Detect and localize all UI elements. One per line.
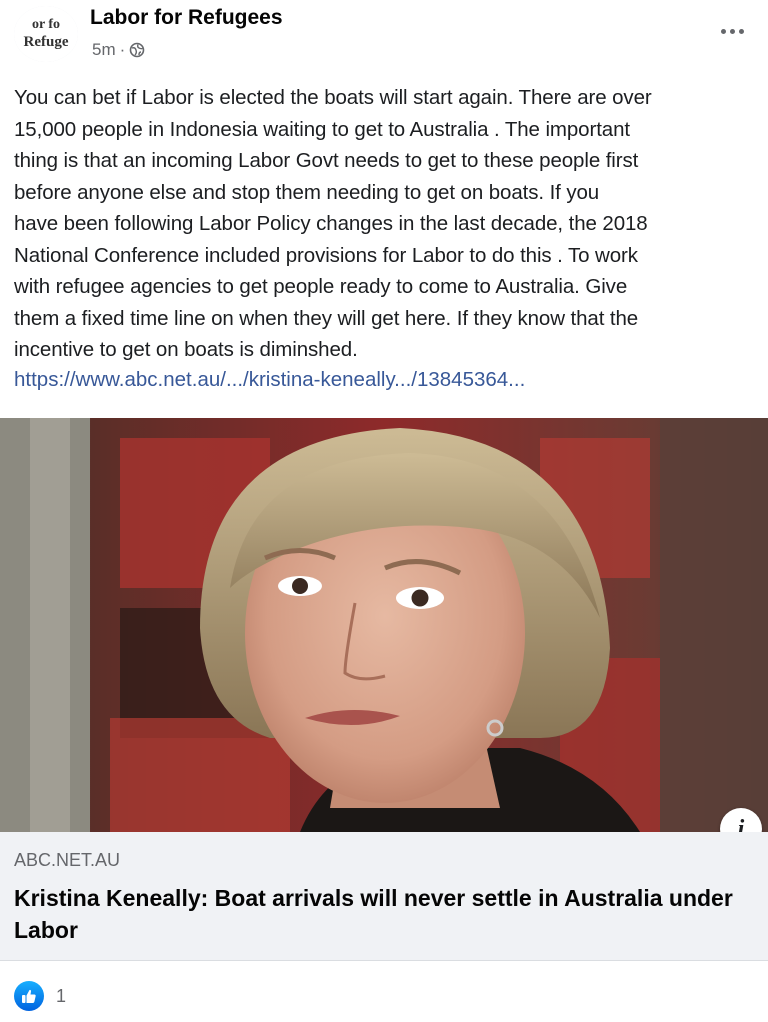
link-title[interactable]: Kristina Keneally: Boat arrivals will ne… [14, 882, 754, 946]
reaction-count[interactable]: 1 [56, 986, 66, 1007]
page-avatar[interactable]: or fo Refuge [14, 6, 78, 62]
post-header: or fo Refuge Labor for Refugees 5m · [0, 0, 768, 72]
post-text-line: thing is that an incoming Labor Govt nee… [14, 149, 639, 172]
page-name[interactable]: Labor for Refugees [90, 6, 283, 30]
post-body-text: You can bet if Labor is elected the boat… [14, 82, 766, 366]
post-text-line: before anyone else and stop them needing… [14, 180, 600, 204]
article-url-link[interactable]: https://www.abc.net.au/.../kristina-kene… [14, 368, 525, 392]
meta-separator: · [119, 40, 126, 59]
link-preview-card[interactable]: ABC.NET.AU Kristina Keneally: Boat arriv… [0, 832, 768, 961]
post-text-line: 15,000 people in Indonesia waiting to ge… [14, 117, 631, 141]
portrait-photo [0, 418, 768, 832]
more-options-dot [729, 28, 735, 34]
link-preview-image[interactable] [0, 418, 768, 832]
post-text-line: National Conference included provisions … [14, 243, 638, 267]
page-avatar-logo: or fo Refuge [14, 6, 78, 62]
post-meta: 5m · [92, 40, 145, 60]
post-text-line: them a fixed time line on when they will… [14, 306, 639, 330]
globe-icon[interactable] [129, 42, 145, 58]
link-domain: ABC.NET.AU [14, 850, 121, 870]
post-text-line: incentive to get on boats is diminshed. [14, 338, 358, 361]
thumbs-up-icon [22, 989, 36, 1003]
post-timestamp[interactable]: 5m [92, 40, 116, 60]
more-options-dot [738, 28, 744, 34]
reactions-bar[interactable]: 1 [14, 976, 66, 1016]
like-icon [14, 981, 44, 1011]
post-text-line: with refugee agencies to get people read… [14, 275, 628, 298]
post-text-line: You can bet if Labor is elected the boat… [14, 86, 652, 109]
avatar-text-top: or fo [32, 17, 60, 32]
more-options-button[interactable] [710, 16, 754, 46]
post-text-line: have been following Labor Policy changes… [14, 212, 648, 235]
avatar-text-bottom: Refuge [24, 34, 69, 50]
more-options-icon [720, 28, 726, 34]
